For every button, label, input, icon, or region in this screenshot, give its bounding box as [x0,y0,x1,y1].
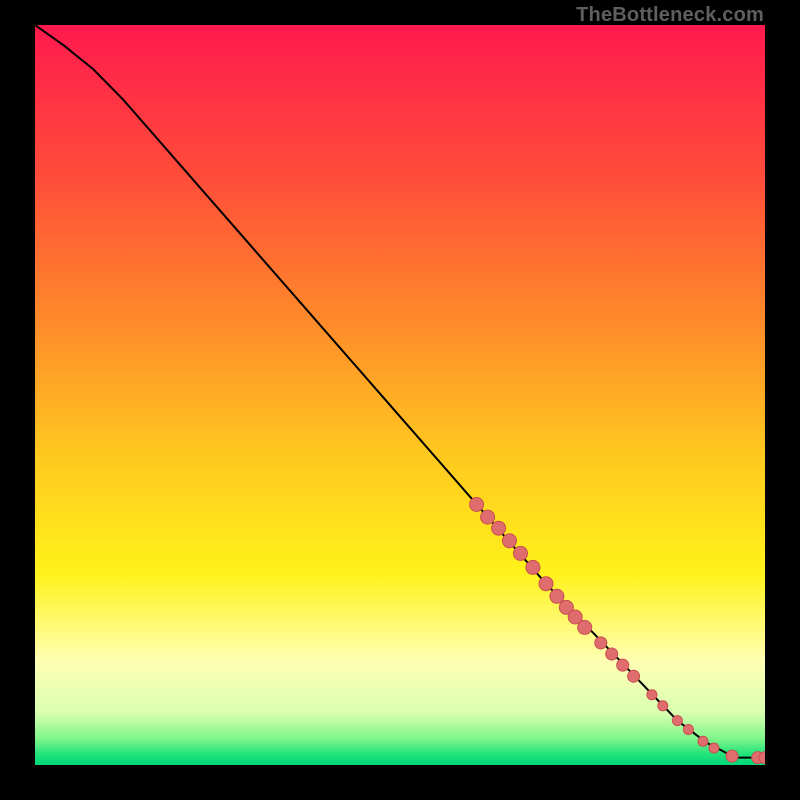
data-marker [470,498,484,512]
plot-svg [35,25,765,765]
data-marker [526,560,540,574]
data-marker [647,690,657,700]
data-marker [658,701,668,711]
data-marker [726,750,738,762]
data-marker [672,716,682,726]
data-marker [503,534,517,548]
data-marker [578,620,592,634]
gradient-bg [35,25,765,765]
data-marker [628,670,640,682]
data-marker [550,589,564,603]
attribution-label: TheBottleneck.com [576,4,764,27]
data-marker [481,510,495,524]
data-marker [617,659,629,671]
plot-area [35,25,765,765]
data-marker [492,521,506,535]
data-marker [514,546,528,560]
data-marker [595,637,607,649]
data-marker [698,736,708,746]
data-marker [539,577,553,591]
chart-stage: TheBottleneck.com [0,0,800,800]
data-marker [606,648,618,660]
data-marker [683,725,693,735]
data-marker [709,743,719,753]
